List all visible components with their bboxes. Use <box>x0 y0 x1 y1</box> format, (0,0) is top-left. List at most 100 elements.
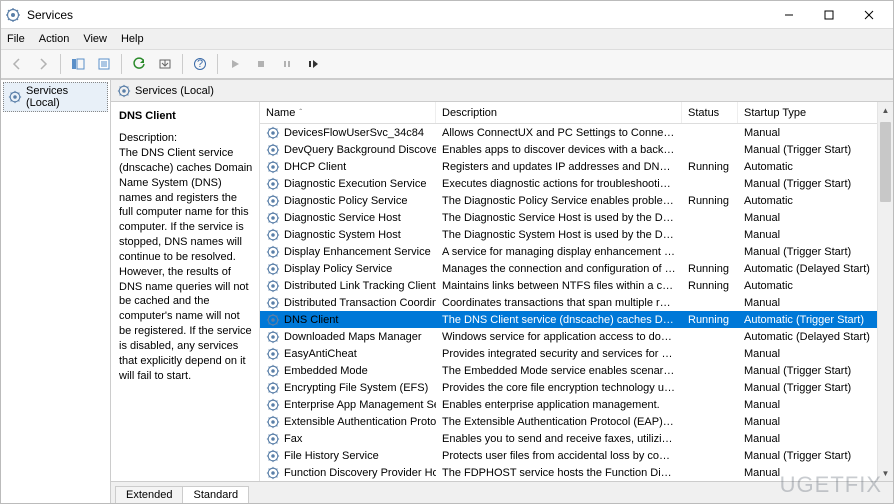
service-startup: Manual <box>738 297 884 309</box>
service-row[interactable]: Display Policy ServiceManages the connec… <box>260 260 893 277</box>
service-startup: Automatic <box>738 195 884 207</box>
service-startup: Manual (Trigger Start) <box>738 382 884 394</box>
nav-forward-button[interactable] <box>31 52 55 76</box>
menu-help[interactable]: Help <box>121 33 144 45</box>
gear-icon <box>266 177 280 191</box>
service-name: Display Policy Service <box>284 263 392 275</box>
gear-icon <box>117 84 131 98</box>
help-button[interactable]: ? <box>188 52 212 76</box>
column-startup[interactable]: Startup Type <box>738 102 884 123</box>
service-row[interactable]: DNS ClientThe DNS Client service (dnscac… <box>260 311 893 328</box>
service-row[interactable]: Diagnostic Service HostThe Diagnostic Se… <box>260 209 893 226</box>
service-name: Diagnostic Execution Service <box>284 178 426 190</box>
gear-icon <box>266 262 280 276</box>
service-name: File History Service <box>284 450 379 462</box>
tree-pane: Services (Local) <box>1 79 111 503</box>
titlebar: Services <box>1 1 893 29</box>
service-description: The Diagnostic System Host is used by th… <box>436 229 682 241</box>
tab-extended[interactable]: Extended <box>115 486 183 503</box>
menu-action[interactable]: Action <box>39 33 70 45</box>
service-row[interactable]: Extensible Authentication ProtocolThe Ex… <box>260 413 893 430</box>
service-row[interactable]: DevicesFlowUserSvc_34c84Allows ConnectUX… <box>260 124 893 141</box>
menu-view[interactable]: View <box>83 33 107 45</box>
service-status: Running <box>682 280 738 292</box>
service-startup: Manual <box>738 399 884 411</box>
service-row[interactable]: Distributed Link Tracking ClientMaintain… <box>260 277 893 294</box>
service-description: Allows ConnectUX and PC Settings to Conn… <box>436 127 682 139</box>
tree-node-services-local[interactable]: Services (Local) <box>3 82 108 112</box>
gear-icon <box>266 143 280 157</box>
column-description[interactable]: Description <box>436 102 682 123</box>
menu-file[interactable]: File <box>7 33 25 45</box>
tab-standard[interactable]: Standard <box>182 486 249 503</box>
service-startup: Automatic <box>738 280 884 292</box>
service-description: The Diagnostic Policy Service enables pr… <box>436 195 682 207</box>
service-description: Protects user files from accidental loss… <box>436 450 682 462</box>
service-startup: Manual <box>738 229 884 241</box>
service-startup: Automatic (Trigger Start) <box>738 314 884 326</box>
service-name: DHCP Client <box>284 161 346 173</box>
show-hide-tree-button[interactable] <box>66 52 90 76</box>
service-row[interactable]: Function Discovery Provider HostThe FDPH… <box>260 464 893 481</box>
service-name: Display Enhancement Service <box>284 246 431 258</box>
gear-icon <box>266 245 280 259</box>
service-row[interactable]: Diagnostic Policy ServiceThe Diagnostic … <box>260 192 893 209</box>
service-row[interactable]: Diagnostic Execution ServiceExecutes dia… <box>260 175 893 192</box>
service-status: Running <box>682 161 738 173</box>
scroll-down-icon[interactable]: ▼ <box>878 465 893 481</box>
service-description: The Extensible Authentication Protocol (… <box>436 416 682 428</box>
column-name[interactable]: Nameˆ <box>260 102 436 123</box>
service-row[interactable]: EasyAntiCheatProvides integrated securit… <box>260 345 893 362</box>
nav-back-button[interactable] <box>5 52 29 76</box>
maximize-button[interactable] <box>809 2 849 28</box>
refresh-button[interactable] <box>127 52 151 76</box>
column-status[interactable]: Status <box>682 102 738 123</box>
service-row[interactable]: Embedded ModeThe Embedded Mode service e… <box>260 362 893 379</box>
service-row[interactable]: DevQuery Background Discovery BrokerEnab… <box>260 141 893 158</box>
gear-icon <box>266 415 280 429</box>
scrollbar-thumb[interactable] <box>880 122 891 202</box>
column-headers: Nameˆ Description Status Startup Type <box>260 102 893 124</box>
gear-icon <box>266 296 280 310</box>
service-name: Downloaded Maps Manager <box>284 331 422 343</box>
service-row[interactable]: Distributed Transaction CoordinatorCoord… <box>260 294 893 311</box>
service-row[interactable]: Downloaded Maps Manager Windows service f… <box>260 328 893 345</box>
service-row[interactable]: Diagnostic System HostThe Diagnostic Sys… <box>260 226 893 243</box>
service-row[interactable]: Encrypting File System (EFS)Provides the… <box>260 379 893 396</box>
service-name: Enterprise App Management Service <box>284 399 436 411</box>
service-startup: Automatic (Delayed Start) <box>738 263 884 275</box>
service-status: Running <box>682 314 738 326</box>
service-startup: Manual (Trigger Start) <box>738 450 884 462</box>
service-description: Registers and updates IP addresses and D… <box>436 161 682 173</box>
gear-icon <box>266 432 280 446</box>
service-row[interactable]: DHCP Client Registers and updates IP addr… <box>260 158 893 175</box>
vertical-scrollbar[interactable]: ▲ ▼ <box>877 102 893 481</box>
properties-button[interactable] <box>92 52 116 76</box>
menubar: File Action View Help <box>1 29 893 49</box>
service-row[interactable]: FaxEnables you to send and receive faxes… <box>260 430 893 447</box>
service-row[interactable]: File History Service Protects user files … <box>260 447 893 464</box>
service-description: Enables you to send and receive faxes, u… <box>436 433 682 445</box>
service-startup: Manual <box>738 348 884 360</box>
stop-service-button[interactable] <box>249 52 273 76</box>
close-button[interactable] <box>849 2 889 28</box>
restart-service-button[interactable] <box>301 52 325 76</box>
content: Services (Local) Services (Local) DNS Cl… <box>1 79 893 503</box>
service-startup: Manual (Trigger Start) <box>738 178 884 190</box>
service-row[interactable]: Display Enhancement ServiceA service for… <box>260 243 893 260</box>
gear-icon <box>266 313 280 327</box>
toolbar-separator <box>60 54 61 74</box>
scroll-up-icon[interactable]: ▲ <box>878 102 893 118</box>
export-button[interactable] <box>153 52 177 76</box>
gear-icon <box>266 330 280 344</box>
pause-service-button[interactable] <box>275 52 299 76</box>
gear-icon <box>266 211 280 225</box>
service-description: Windows service for application access t… <box>436 331 682 343</box>
minimize-button[interactable] <box>769 2 809 28</box>
start-service-button[interactable] <box>223 52 247 76</box>
service-description: The FDPHOST service hosts the Function D… <box>436 467 682 479</box>
service-startup: Automatic <box>738 161 884 173</box>
service-row[interactable]: Enterprise App Management ServiceEnables… <box>260 396 893 413</box>
services-app-icon <box>5 7 21 23</box>
tree-node-label: Services (Local) <box>26 85 103 109</box>
